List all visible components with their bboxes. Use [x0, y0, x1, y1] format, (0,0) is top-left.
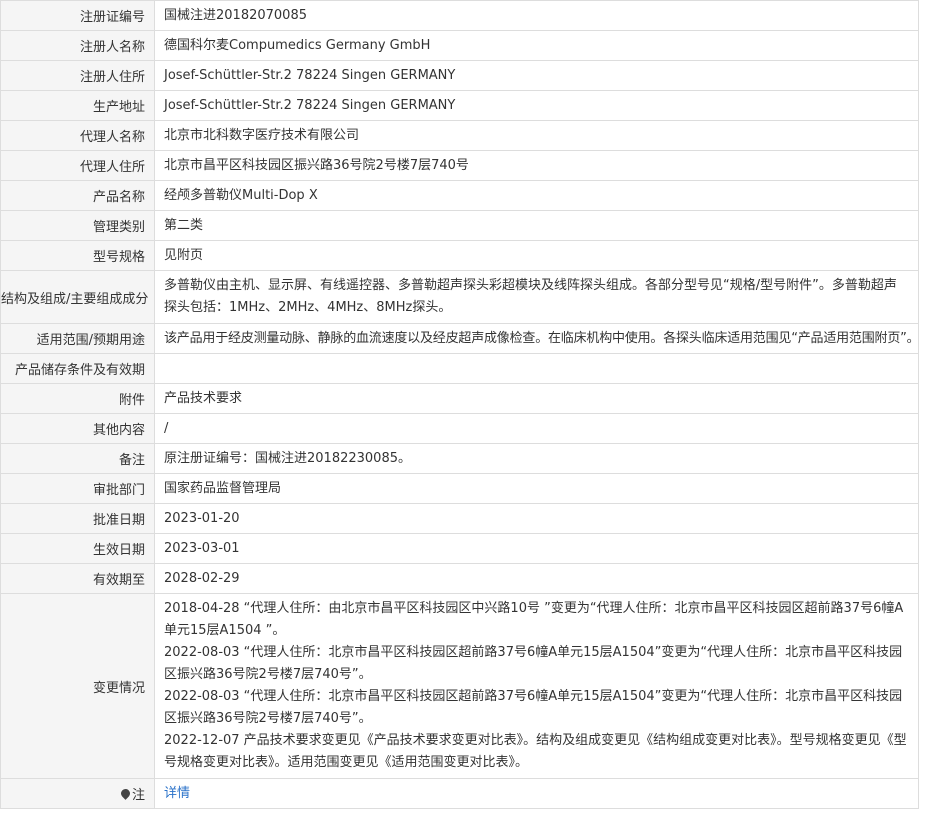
row-label: 其他内容: [0, 413, 155, 444]
row-label: 生产地址: [0, 90, 155, 121]
row-value: 见附页: [154, 240, 919, 271]
row-label: 审批部门: [0, 473, 155, 504]
row-registrant-name: 注册人名称 德国科尔麦Compumedics Germany GmbH: [0, 30, 919, 61]
note-label: 注: [131, 788, 145, 803]
row-label: 产品名称: [0, 180, 155, 211]
details-link[interactable]: 详情: [164, 786, 190, 801]
row-value: Josef-Schüttler-Str.2 78224 Singen GERMA…: [154, 60, 919, 91]
row-value: 第二类: [154, 210, 919, 241]
row-label: 产品储存条件及有效期: [0, 353, 155, 384]
row-label: 代理人名称: [0, 120, 155, 151]
row-value: 北京市昌平区科技园区振兴路36号院2号楼7层740号: [154, 150, 919, 181]
row-production-address: 生产地址 Josef-Schüttler-Str.2 78224 Singen …: [0, 90, 919, 121]
row-storage-conditions: 产品储存条件及有效期: [0, 353, 919, 384]
row-label: 结构及组成/主要组成成分: [0, 270, 155, 324]
row-valid-until: 有效期至 2028-02-29: [0, 563, 919, 594]
change-entry: 2022-08-03 “代理人住所：北京市昌平区科技园区超前路37号6幢A单元1…: [164, 645, 903, 682]
row-registration-number: 注册证编号 国械注进20182070085: [0, 0, 919, 31]
row-value: [154, 353, 919, 384]
change-entry: 2022-08-03 “代理人住所：北京市昌平区科技园区超前路37号6幢A单元1…: [164, 689, 903, 726]
row-agent-address: 代理人住所 北京市昌平区科技园区振兴路36号院2号楼7层740号: [0, 150, 919, 181]
row-product-name: 产品名称 经颅多普勒仪Multi-Dop X: [0, 180, 919, 211]
change-history-list: 2018-04-28 “代理人住所：由北京市昌平区科技园区中兴路10号 ”变更为…: [154, 593, 919, 779]
row-approval-department: 审批部门 国家药品监督管理局: [0, 473, 919, 504]
row-value: 2023-03-01: [154, 533, 919, 564]
row-effective-date: 生效日期 2023-03-01: [0, 533, 919, 564]
row-value: 德国科尔麦Compumedics Germany GmbH: [154, 30, 919, 61]
row-label: 注册人名称: [0, 30, 155, 61]
row-label: 型号规格: [0, 240, 155, 271]
row-value: 2023-01-20: [154, 503, 919, 534]
row-approval-date: 批准日期 2023-01-20: [0, 503, 919, 534]
row-label: 适用范围/预期用途: [0, 323, 155, 354]
row-value: 北京市北科数字医疗技术有限公司: [154, 120, 919, 151]
row-label: 注册人住所: [0, 60, 155, 91]
row-value: 2028-02-29: [154, 563, 919, 594]
row-value: 详情: [154, 778, 919, 809]
row-intended-use: 适用范围/预期用途 该产品用于经皮测量动脉、静脉的血流速度以及经皮超声成像检查。…: [0, 323, 920, 354]
row-label: 变更情况: [0, 593, 155, 779]
row-management-category: 管理类别 第二类: [0, 210, 919, 241]
row-attachment: 附件 产品技术要求: [0, 383, 919, 414]
row-other-content: 其他内容 /: [0, 413, 919, 444]
row-label: 管理类别: [0, 210, 155, 241]
row-agent-name: 代理人名称 北京市北科数字医疗技术有限公司: [0, 120, 919, 151]
map-pin-icon: [119, 787, 132, 800]
row-note: 注 详情: [0, 778, 919, 809]
row-remarks: 备注 原注册证编号：国械注进20182230085。: [0, 443, 919, 474]
change-entry: 2018-04-28 “代理人住所：由北京市昌平区科技园区中兴路10号 ”变更为…: [164, 601, 904, 638]
row-value: 国械注进20182070085: [154, 0, 919, 31]
row-value: /: [154, 413, 919, 444]
change-entry: 2022-12-07 产品技术要求变更见《产品技术要求变更对比表》。结构及组成变…: [164, 733, 907, 770]
row-value: 经颅多普勒仪Multi-Dop X: [154, 180, 919, 211]
row-label: 有效期至: [0, 563, 155, 594]
row-value: 该产品用于经皮测量动脉、静脉的血流速度以及经皮超声成像检查。在临床机构中使用。各…: [154, 323, 920, 354]
row-value: 原注册证编号：国械注进20182230085。: [154, 443, 919, 474]
row-structure-composition: 结构及组成/主要组成成分 多普勒仪由主机、显示屏、有线遥控器、多普勒超声探头彩超…: [0, 270, 919, 324]
row-label: 生效日期: [0, 533, 155, 564]
row-label: 注: [0, 778, 155, 809]
row-registrant-address: 注册人住所 Josef-Schüttler-Str.2 78224 Singen…: [0, 60, 919, 91]
registration-table: 注册证编号 国械注进20182070085 注册人名称 德国科尔麦Compume…: [0, 0, 920, 809]
row-value: 产品技术要求: [154, 383, 919, 414]
row-model-spec: 型号规格 见附页: [0, 240, 919, 271]
row-value: 国家药品监督管理局: [154, 473, 919, 504]
row-label: 代理人住所: [0, 150, 155, 181]
row-change-history: 变更情况 2018-04-28 “代理人住所：由北京市昌平区科技园区中兴路10号…: [0, 593, 919, 779]
row-label: 备注: [0, 443, 155, 474]
row-label: 附件: [0, 383, 155, 414]
row-label: 批准日期: [0, 503, 155, 534]
row-value: Josef-Schüttler-Str.2 78224 Singen GERMA…: [154, 90, 919, 121]
row-label: 注册证编号: [0, 0, 155, 31]
row-value: 多普勒仪由主机、显示屏、有线遥控器、多普勒超声探头彩超模块及线阵探头组成。各部分…: [154, 270, 919, 324]
